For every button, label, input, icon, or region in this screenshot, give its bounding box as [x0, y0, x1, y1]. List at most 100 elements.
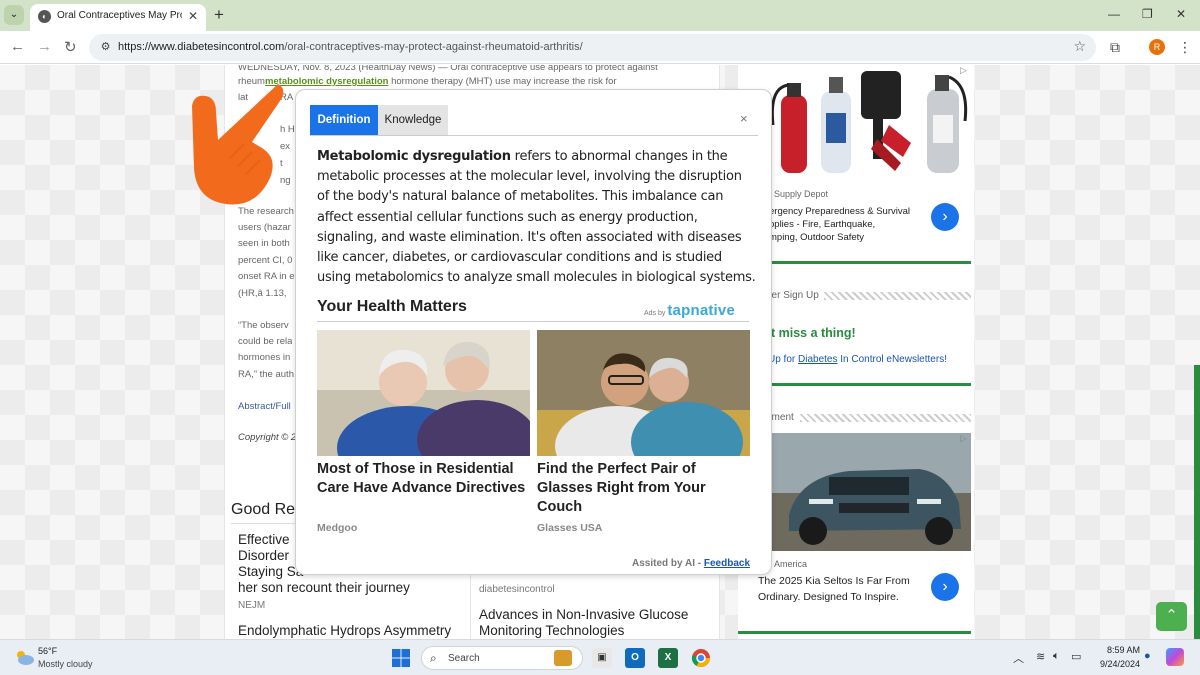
browser-toolbar: ← → ↻ ⚙ https://www.diabetesincontrol.co…	[0, 31, 1200, 64]
kia-car-ad-image[interactable]	[769, 433, 971, 551]
search-label: Search	[448, 653, 480, 664]
card-title-line[interactable]: her son recount their journey	[238, 580, 468, 595]
article-line: rheummetabolomic dysregulation hormone t…	[238, 76, 617, 87]
restore-icon[interactable]: ❐	[1142, 7, 1153, 21]
article-dateline: WEDNESDAY, Nov. 8, 2023 (HealthDay News)…	[238, 65, 658, 73]
search-icon: ⌕	[430, 651, 437, 665]
ad-text-line[interactable]: pplies - Fire, Earthquake,	[769, 218, 875, 231]
dont-miss-heading: 't miss a thing!	[768, 326, 856, 340]
ad-text-line[interactable]: The 2025 Kia Seltos Is Far From	[758, 575, 910, 588]
diabetes-link[interactable]: Diabetes	[798, 354, 837, 365]
divider	[317, 321, 749, 322]
clock-date[interactable]: 9/24/2024	[1089, 659, 1140, 669]
article-line: seen in both	[238, 238, 290, 249]
tab-strip: ⌄ ◐ Oral Contraceptives May Protect ✕ + …	[0, 0, 1200, 31]
site-info-icon[interactable]: ⚙	[97, 39, 114, 56]
window-close-icon[interactable]: ✕	[1176, 7, 1186, 21]
outlook-icon[interactable]: O	[625, 648, 645, 668]
card-title[interactable]: Endolymphatic Hydrops Asymmetry	[238, 623, 468, 638]
article-line: “The observ	[238, 320, 289, 331]
pointing-hand-cursor-icon	[192, 84, 284, 205]
tab-search-chevron-icon[interactable]: ⌄	[4, 5, 24, 25]
address-bar[interactable]: ⚙ https://www.diabetesincontrol.com/oral…	[89, 34, 1096, 61]
profile-avatar[interactable]: R	[1149, 39, 1165, 55]
wifi-icon[interactable]: ≋	[1036, 650, 1045, 663]
forward-arrow-icon[interactable]: →	[37, 38, 52, 55]
divider	[738, 631, 971, 634]
definition-popup: Definition Knowledge × Metabolomic dysre…	[295, 89, 772, 575]
ad-text-line[interactable]: Ordinary. Designed To Inspire.	[758, 591, 899, 604]
minimize-icon[interactable]: —	[1108, 7, 1120, 21]
ad-source: America	[774, 559, 808, 569]
excel-icon[interactable]: X	[658, 648, 678, 668]
fire-extinguisher-ad-image[interactable]	[769, 65, 971, 183]
extensions-icon[interactable]: ⧉	[1110, 39, 1120, 56]
tab-active[interactable]: ◐ Oral Contraceptives May Protect ✕	[30, 4, 206, 31]
copilot-icon[interactable]	[1166, 648, 1184, 666]
volume-icon[interactable]: 🔈︎	[1053, 650, 1060, 663]
decorative-stripe	[800, 414, 971, 422]
ad-text-line[interactable]: mping, Outdoor Safety	[769, 231, 864, 244]
ad-arrow-button[interactable]: ›	[931, 573, 959, 601]
tray-chevron-icon[interactable]: ︿	[1013, 650, 1024, 666]
back-arrow-icon[interactable]: ←	[10, 38, 25, 55]
side-accent-bar	[1194, 365, 1200, 639]
ad-text-line[interactable]: ergency Preparedness & Survival	[769, 205, 910, 218]
taskbar-search-box[interactable]: ⌕ Search	[421, 646, 583, 670]
bookmark-star-icon[interactable]: ☆	[1073, 38, 1086, 55]
native-ad-image-2[interactable]	[537, 330, 750, 456]
weather-desc[interactable]: Mostly cloudy	[38, 659, 93, 669]
adchoices-icon[interactable]: ▷	[960, 433, 967, 444]
menu-kebab-icon[interactable]: ⋮	[1178, 39, 1192, 56]
search-highlight-icon	[554, 650, 572, 666]
tab-knowledge[interactable]: Knowledge	[378, 105, 448, 136]
article-line: percent CI, 0	[238, 255, 293, 266]
feedback-link[interactable]: Feedback	[704, 558, 750, 569]
sidebar: ▷ Supply Depot ergency Preparedness & Su…	[738, 65, 974, 639]
native-ad-image-1[interactable]	[317, 330, 530, 456]
windows-taskbar: 56°F Mostly cloudy ⌕ Search ▣ O X ︿ ≋ 🔈︎…	[0, 639, 1200, 675]
weather-temp[interactable]: 56°F	[38, 646, 57, 656]
card-title-line[interactable]: Advances in Non-Invasive Glucose	[479, 607, 715, 622]
native-ad-title-1[interactable]: Most of Those in Residential Care Have A…	[317, 460, 532, 498]
abstract-link[interactable]: Abstract/Full	[238, 401, 291, 412]
ad-source: Supply Depot	[774, 189, 829, 199]
battery-icon[interactable]: ▭	[1071, 650, 1081, 663]
reload-icon[interactable]: ↻	[64, 38, 77, 56]
definition-text: Metabolomic dysregulation refers to abno…	[317, 149, 756, 286]
tab-close-icon[interactable]: ✕	[188, 9, 198, 23]
card-source: NEJM	[238, 600, 266, 611]
clock-time[interactable]: 8:59 AM	[1095, 645, 1140, 655]
notification-bell-icon[interactable]: ●	[1144, 650, 1151, 662]
close-icon[interactable]: ×	[740, 111, 748, 126]
good-reads-heading: Good Re	[231, 501, 296, 518]
assisted-by-ai: Assited by AI - Feedback	[632, 558, 751, 569]
ads-by-label[interactable]: Ads by tapnative	[644, 302, 735, 319]
newsletter-signup-text: Up for Diabetes In Control eNewsletters!	[768, 354, 947, 365]
article-line: could be rela	[238, 336, 293, 347]
card-title-line[interactable]: Monitoring Technologies	[479, 623, 715, 638]
adchoices-icon[interactable]: ▷	[960, 65, 967, 76]
favicon-icon: ◐	[38, 10, 51, 23]
decorative-stripe	[824, 292, 971, 300]
tab-definition[interactable]: Definition	[310, 105, 378, 136]
article-line: RA,” the auth	[238, 369, 294, 380]
article-line: users (hazar	[238, 222, 291, 233]
task-view-icon[interactable]: ▣	[592, 648, 612, 668]
scroll-to-top-button[interactable]: ⌃	[1156, 602, 1187, 631]
native-ad-source-2: Glasses USA	[537, 522, 603, 534]
divider	[738, 383, 971, 386]
cloud-weather-icon[interactable]	[14, 649, 34, 665]
article-line: onset RA in e	[238, 271, 295, 282]
ad-arrow-button[interactable]: ›	[931, 203, 959, 231]
article-line: (HR,â 1.13,	[238, 288, 287, 299]
divider	[310, 135, 758, 136]
article-line: hormones in	[238, 352, 291, 363]
card-source: diabetesincontrol	[479, 584, 555, 595]
native-ad-title-2[interactable]: Find the Perfect Pair of Glasses Right f…	[537, 460, 752, 517]
new-tab-plus-icon[interactable]: +	[214, 5, 224, 25]
newsletter-widget-title: tter Sign Up	[766, 290, 819, 301]
chrome-icon[interactable]	[691, 648, 711, 668]
windows-start-icon[interactable]	[392, 649, 410, 667]
url-text[interactable]: https://www.diabetesincontrol.com/oral-c…	[118, 41, 583, 53]
